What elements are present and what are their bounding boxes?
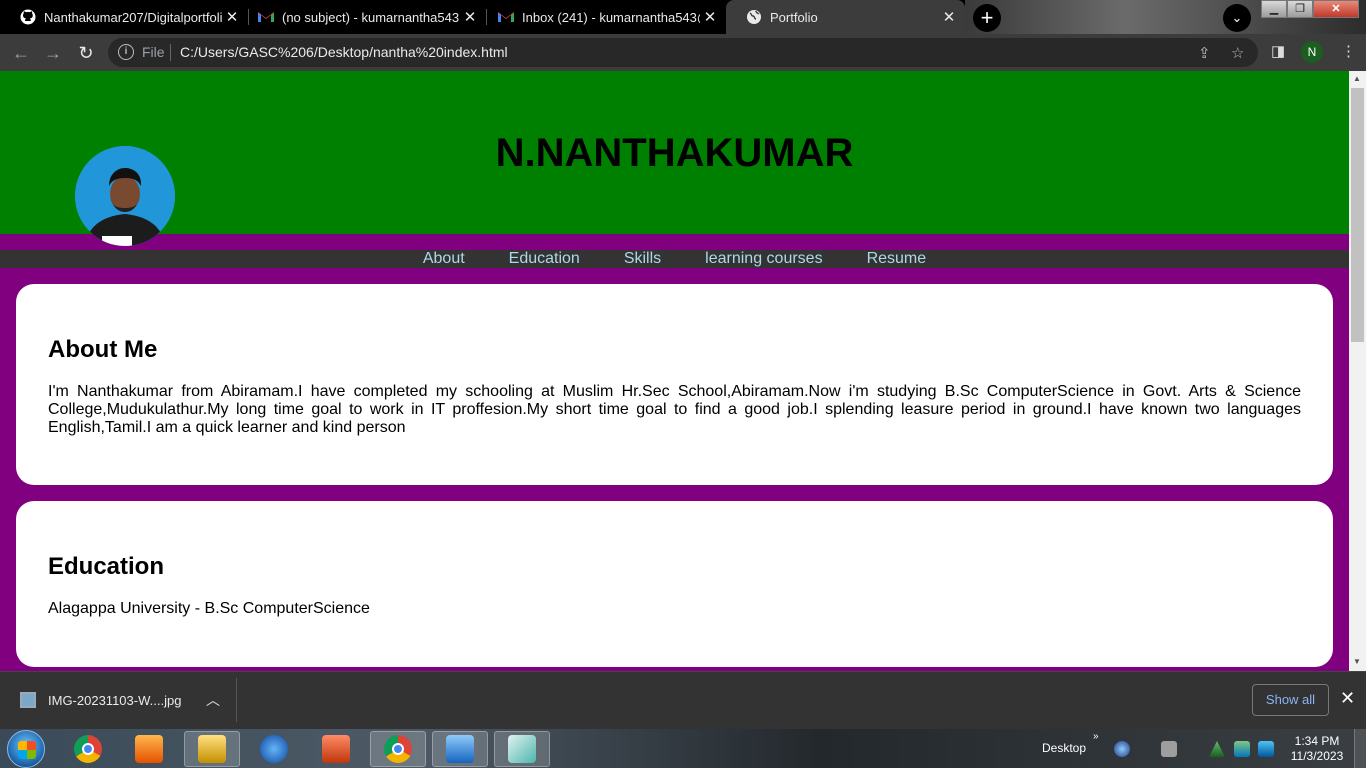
taskbar-app[interactable] [494, 731, 550, 767]
tab-title: Nanthakumar207/Digitalportfolio [44, 9, 222, 25]
scroll-up-icon[interactable]: ▲ [1353, 74, 1361, 83]
tab-gmail-draft[interactable]: (no subject) - kumarnantha543@ ✕ [238, 0, 486, 34]
address-divider [170, 44, 171, 61]
download-divider [236, 678, 237, 722]
image-file-icon [20, 692, 36, 708]
security-shield-icon[interactable] [1234, 741, 1250, 757]
scheme-label: File [142, 44, 165, 60]
taskbar-word[interactable] [432, 731, 488, 767]
url-text[interactable]: C:/Users/GASC%206/Desktop/nantha%20index… [180, 44, 508, 60]
taskbar-powerpoint[interactable] [308, 731, 364, 767]
nav-skills[interactable]: Skills [602, 250, 683, 268]
show-desktop-button[interactable] [1354, 729, 1366, 768]
forward-button[interactable]: → [41, 41, 65, 65]
windows-taskbar: Desktop » 1:34 PM 11/3/2023 [0, 729, 1366, 768]
tab-search-button[interactable]: ⌄ [1223, 4, 1251, 32]
media-player-icon [135, 735, 163, 763]
nav-resume[interactable]: Resume [845, 250, 949, 268]
tab-close-icon[interactable]: ✕ [939, 8, 959, 26]
start-button[interactable] [7, 730, 45, 768]
about-section: About Me I'm Nanthakumar from Abiramam.I… [16, 284, 1333, 485]
gmail-icon [498, 9, 514, 25]
internet-explorer-icon [260, 735, 288, 763]
taskbar-ie[interactable] [246, 731, 302, 767]
education-section: Education Alagappa University - B.Sc Com… [16, 501, 1333, 667]
page-scrollbar[interactable]: ▲ ▼ [1349, 71, 1366, 671]
education-heading: Education [48, 553, 165, 580]
close-window-button[interactable]: ✕ [1313, 0, 1359, 18]
clock-date: 11/3/2023 [1290, 749, 1344, 763]
scrollbar-thumb[interactable] [1351, 88, 1364, 342]
windows-logo-icon [18, 741, 36, 759]
folder-icon [198, 735, 226, 763]
scroll-down-icon[interactable]: ▼ [1353, 657, 1361, 666]
tab-gmail-inbox[interactable]: Inbox (241) - kumarnantha543@ ✕ [478, 0, 726, 34]
share-icon[interactable]: ⇪ [1198, 44, 1211, 62]
menu-kebab-icon[interactable]: ⋮ [1341, 42, 1356, 60]
globe-icon [746, 9, 762, 25]
education-text: Alagappa University - B.Sc ComputerScien… [48, 600, 370, 617]
taskbar-explorer[interactable] [184, 731, 240, 767]
download-bar: IMG-20231103-W....jpg ︿ Show all ✕ [0, 671, 1366, 729]
tab-title: Portfolio [770, 9, 818, 25]
page-viewport: N.NANTHAKUMAR About Education Skills lea… [0, 71, 1349, 671]
display-icon[interactable] [1258, 741, 1274, 757]
chevron-right-icon[interactable]: » [1093, 731, 1099, 742]
close-download-bar-icon[interactable]: ✕ [1340, 688, 1355, 709]
reload-button[interactable]: ↻ [74, 41, 98, 65]
about-text: I'm Nanthakumar from Abiramam.I have com… [48, 383, 1301, 436]
info-icon[interactable]: i [118, 44, 134, 60]
site-header: N.NANTHAKUMAR [0, 71, 1349, 246]
maximize-button[interactable]: ❐ [1287, 0, 1313, 18]
browser-toolbar: ← → ↻ i File C:/Users/GASC%206/Desktop/n… [0, 34, 1366, 71]
address-bar[interactable]: i File C:/Users/GASC%206/Desktop/nantha%… [108, 38, 1258, 67]
new-tab-button[interactable]: + [973, 4, 1001, 32]
word-icon [446, 735, 474, 763]
gmail-icon [258, 9, 274, 25]
nav-education[interactable]: Education [487, 250, 602, 268]
tab-github[interactable]: Nanthakumar207/Digitalportfolio ✕ [0, 0, 248, 34]
taskbar-media-player[interactable] [121, 731, 177, 767]
site-nav: About Education Skills learning courses … [0, 250, 1349, 268]
chevron-up-icon[interactable]: ︿ [206, 690, 220, 710]
download-file-name[interactable]: IMG-20231103-W....jpg [48, 693, 181, 708]
taskbar-chrome-active[interactable] [370, 731, 426, 767]
taskbar-chrome[interactable] [60, 731, 116, 767]
tab-close-icon[interactable]: ✕ [460, 8, 480, 26]
tab-title: (no subject) - kumarnantha543@ [282, 9, 460, 25]
tab-title: Inbox (241) - kumarnantha543@ [522, 9, 700, 25]
app-icon [508, 735, 536, 763]
about-heading: About Me [48, 336, 158, 363]
github-icon [20, 9, 36, 25]
network-icon[interactable] [1114, 741, 1130, 757]
tab-close-icon[interactable]: ✕ [700, 8, 720, 26]
clock-time: 1:34 PM [1294, 734, 1340, 748]
chrome-icon [74, 735, 102, 763]
nav-about[interactable]: About [401, 250, 487, 268]
site-title: N.NANTHAKUMAR [495, 131, 854, 175]
minimize-button[interactable]: ▁ [1261, 0, 1287, 18]
back-button[interactable]: ← [9, 41, 33, 65]
side-panel-icon[interactable]: ◨ [1271, 42, 1285, 60]
tab-portfolio[interactable]: Portfolio ✕ [726, 0, 965, 34]
show-all-button[interactable]: Show all [1252, 684, 1329, 716]
system-clock[interactable]: 1:34 PM 11/3/2023 [1286, 734, 1348, 764]
desktop-toolbar-label[interactable]: Desktop [1042, 741, 1086, 755]
drive-icon[interactable] [1209, 741, 1225, 757]
profile-photo [75, 146, 175, 246]
chrome-icon [384, 735, 412, 763]
bookmark-star-icon[interactable]: ☆ [1231, 44, 1244, 62]
window-controls: ▁ ❐ ✕ [1261, 0, 1359, 18]
powerpoint-icon [322, 735, 350, 763]
volume-muted-icon[interactable] [1161, 741, 1177, 757]
browser-tab-strip: Nanthakumar207/Digitalportfolio ✕ (no su… [0, 0, 1366, 34]
profile-avatar[interactable]: N [1301, 41, 1323, 63]
nav-learning-courses[interactable]: learning courses [683, 250, 844, 268]
